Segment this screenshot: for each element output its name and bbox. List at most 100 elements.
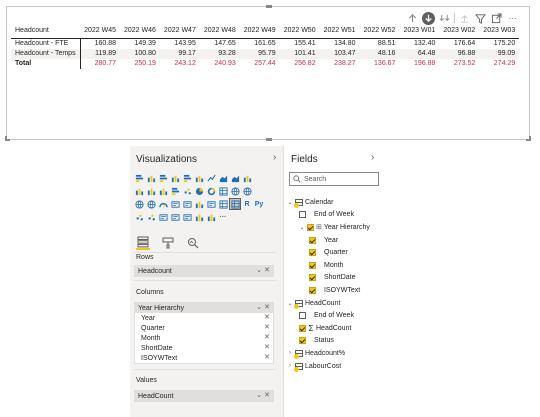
values-well[interactable]: HeadCount ⌄ ✕ xyxy=(134,390,274,402)
value-cell[interactable]: 101.41 xyxy=(279,48,320,59)
value-cell[interactable]: 250.19 xyxy=(120,59,160,69)
azure-map-icon[interactable] xyxy=(146,199,156,209)
filled-map-icon[interactable] xyxy=(242,186,252,196)
value-cell[interactable]: 238.27 xyxy=(320,59,360,69)
chevron-right-icon[interactable]: › xyxy=(273,152,276,163)
slicer-icon[interactable] xyxy=(206,199,216,209)
search-input[interactable]: Search xyxy=(289,172,379,186)
column-header[interactable]: 2022 W45 xyxy=(80,27,120,39)
field-table-headcount[interactable]: ⌄ HeadCount xyxy=(287,297,383,310)
checkbox[interactable] xyxy=(309,236,316,244)
value-cell[interactable]: 88.51 xyxy=(360,39,400,49)
remove-field-icon[interactable]: ✕ xyxy=(264,266,270,274)
paginated-report-icon[interactable] xyxy=(182,212,192,222)
ribbon-chart-icon[interactable] xyxy=(146,186,156,196)
value-cell[interactable]: 99.09 xyxy=(479,48,520,59)
stacked-bar-icon[interactable] xyxy=(134,173,144,183)
remove-field-icon[interactable]: ✕ xyxy=(264,303,270,311)
value-cell[interactable]: 149.39 xyxy=(120,39,160,49)
chevron-right-icon[interactable]: › xyxy=(287,363,293,369)
resize-handle-bottom[interactable] xyxy=(266,138,272,141)
column-header[interactable]: 2022 W49 xyxy=(239,27,280,39)
column-header[interactable]: 2022 W47 xyxy=(159,27,200,39)
map-icon[interactable] xyxy=(230,186,240,196)
chevron-down-icon[interactable]: ⌄ xyxy=(287,199,293,206)
stacked-column-icon[interactable] xyxy=(146,173,156,183)
field-item[interactable]: ISOYWText xyxy=(287,284,383,297)
columns-field-quarter[interactable]: Quarter ✕ xyxy=(135,323,273,333)
field-item[interactable]: ⌄ ⊞ Year Hierarchy xyxy=(287,221,383,234)
columns-field-isoywtext[interactable]: ISOYWText ✕ xyxy=(135,353,273,363)
value-cell[interactable]: 240.93 xyxy=(200,59,240,69)
build-visual-icon[interactable] xyxy=(136,236,150,250)
remove-field-icon[interactable]: ✕ xyxy=(264,323,270,331)
arrow-up-icon[interactable] xyxy=(406,12,419,25)
chevron-down-icon[interactable]: ⌄ xyxy=(299,224,305,231)
kpi-icon[interactable] xyxy=(194,199,204,209)
value-cell[interactable]: 100.80 xyxy=(120,48,160,59)
value-cell[interactable]: 273.52 xyxy=(439,59,479,69)
row-label[interactable]: Headcount - Temps xyxy=(11,48,81,59)
field-item[interactable]: Month xyxy=(287,259,383,272)
waterfall-icon[interactable] xyxy=(158,186,168,196)
table-icon[interactable] xyxy=(218,199,228,209)
field-item[interactable]: Quarter xyxy=(287,246,383,259)
values-field-headcount[interactable]: HeadCount ⌄ ✕ xyxy=(135,391,273,401)
analytics-magnifier-icon[interactable] xyxy=(186,236,200,250)
value-cell[interactable]: 134.80 xyxy=(320,39,360,49)
value-cell[interactable]: 274.29 xyxy=(479,59,519,69)
checkbox[interactable] xyxy=(307,223,314,231)
column-header[interactable]: 2023 W01 xyxy=(399,27,440,39)
qa-icon[interactable] xyxy=(158,212,168,222)
checkbox[interactable] xyxy=(309,286,316,294)
donut-chart-icon[interactable] xyxy=(206,186,216,196)
rows-field-headcount[interactable]: Headcount ⌄ ✕ xyxy=(135,266,273,276)
chevron-down-icon[interactable]: ⌄ xyxy=(256,391,262,399)
chevron-down-icon[interactable]: ⌄ xyxy=(256,303,262,311)
line-column-icon[interactable] xyxy=(242,173,252,183)
power-automate-icon[interactable] xyxy=(206,212,216,222)
resize-handle-bottom-left[interactable] xyxy=(5,136,10,141)
value-cell[interactable]: 243.12 xyxy=(160,59,200,69)
field-item[interactable]: Σ HeadCount xyxy=(287,322,383,335)
value-cell[interactable]: 257.44 xyxy=(240,59,280,69)
columns-well[interactable]: Year Hierarchy ⌄ ✕ Year ✕ Quarter ✕ Month ✕ Sh… xyxy=(134,302,274,364)
matrix-visual[interactable]: ··· Headcount 2022 W45 2022 W46 2022 W47 20… xyxy=(5,5,531,141)
shape-map-icon[interactable] xyxy=(134,199,144,209)
checkbox[interactable] xyxy=(299,337,306,345)
100-column-icon[interactable] xyxy=(194,173,204,183)
value-cell[interactable]: 176.64 xyxy=(439,39,479,49)
value-cell[interactable]: 48.16 xyxy=(359,48,400,59)
format-paintbrush-icon[interactable] xyxy=(161,236,175,250)
value-cell[interactable]: 161.65 xyxy=(240,39,280,49)
100-bar-icon[interactable] xyxy=(182,173,192,183)
power-apps-icon[interactable] xyxy=(194,212,204,222)
columns-field-year-hierarchy[interactable]: Year Hierarchy ⌄ ✕ xyxy=(135,303,273,313)
rows-well[interactable]: Headcount ⌄ ✕ xyxy=(134,265,274,277)
checkbox[interactable] xyxy=(299,324,306,332)
row-header[interactable]: Headcount xyxy=(11,27,81,39)
scatter-icon[interactable] xyxy=(182,186,192,196)
column-header[interactable]: 2022 W46 xyxy=(120,27,160,39)
column-header[interactable]: 2022 W48 xyxy=(199,27,240,39)
value-cell[interactable]: 280.77 xyxy=(80,59,120,69)
value-cell[interactable]: 256.82 xyxy=(280,59,320,69)
narrative-icon[interactable] xyxy=(170,212,180,222)
stacked-area-icon[interactable] xyxy=(230,173,240,183)
value-cell[interactable]: 132.40 xyxy=(399,39,439,49)
clustered-bar-icon[interactable] xyxy=(158,173,168,183)
value-cell[interactable]: 136.67 xyxy=(360,59,400,69)
key-influencers-icon[interactable] xyxy=(134,212,144,222)
more-options-icon[interactable]: ··· xyxy=(506,12,519,25)
remove-field-icon[interactable]: ✕ xyxy=(264,353,270,361)
chevron-right-icon[interactable]: › xyxy=(287,350,293,356)
field-item[interactable]: ShortDate xyxy=(287,272,383,285)
field-item[interactable]: End of Week xyxy=(287,209,383,222)
row-label[interactable]: Total xyxy=(11,58,81,69)
row-label[interactable]: Headcount - FTE xyxy=(11,38,81,49)
chevron-right-icon[interactable]: › xyxy=(371,152,374,163)
decomposition-tree-icon[interactable] xyxy=(146,212,156,222)
drill-up-icon[interactable] xyxy=(458,12,471,25)
line-clustered-column-icon[interactable] xyxy=(134,186,144,196)
column-header[interactable]: 2023 W03 xyxy=(479,27,520,39)
